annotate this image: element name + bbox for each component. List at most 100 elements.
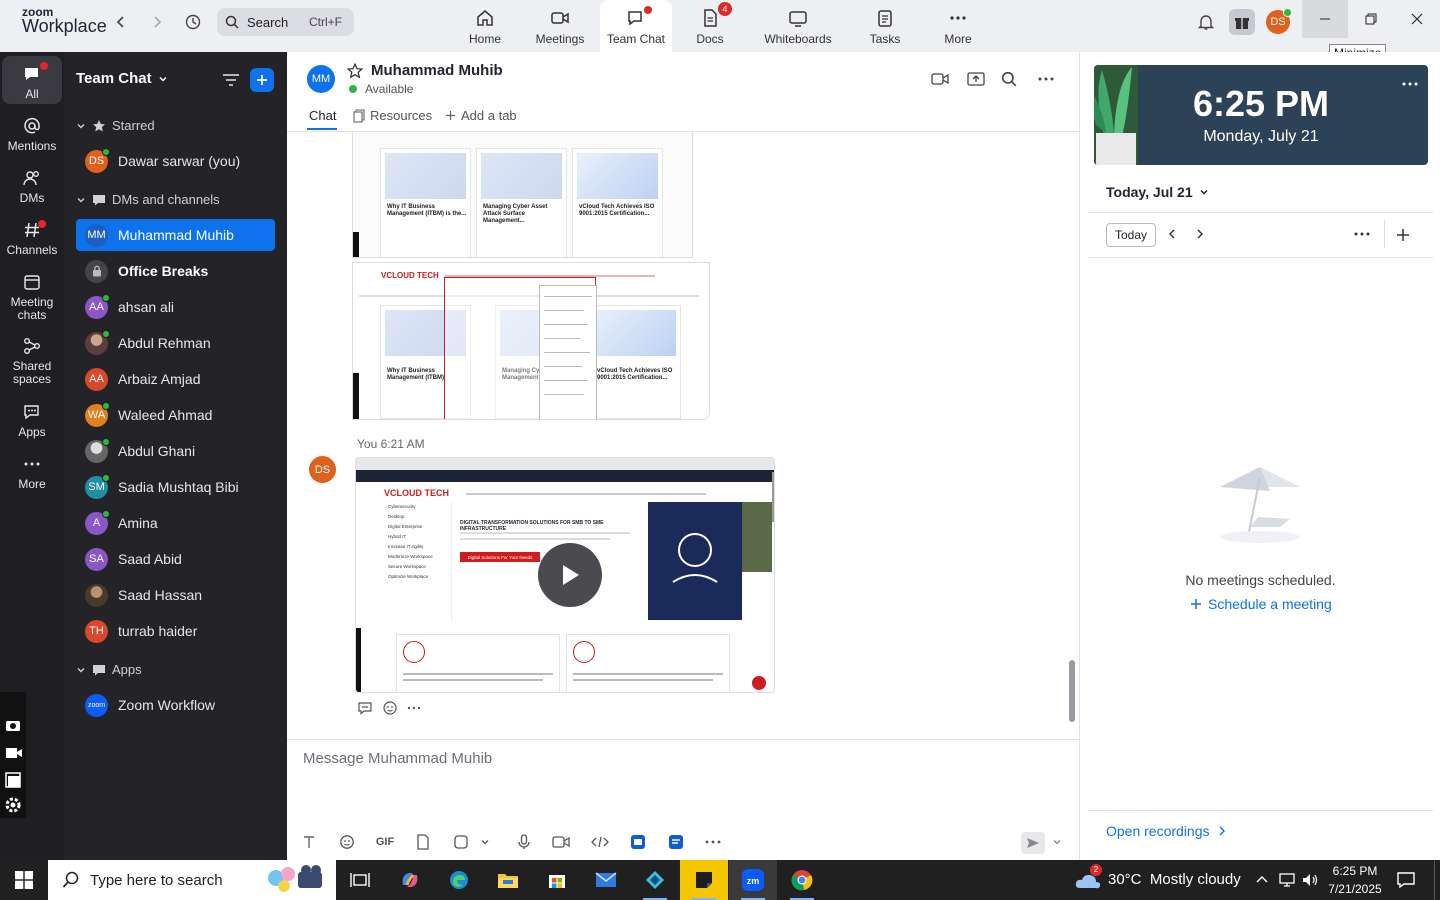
add-meeting-icon[interactable]	[1396, 228, 1410, 242]
rail-item-mentions[interactable]: Mentions	[2, 114, 62, 153]
day-selector[interactable]: Today, Jul 21	[1106, 184, 1209, 200]
open-recordings-link[interactable]: Open recordings	[1106, 823, 1226, 839]
tab-meetings[interactable]: Meetings	[524, 0, 596, 52]
video-attachment[interactable]: VCLOUD TECH Cybersecurity Desktop Digital …	[355, 457, 775, 693]
sidebar-item-turrab-haider[interactable]: TH turrab haider	[76, 615, 275, 647]
sidebar-item-zoom-workflow[interactable]: zoom Zoom Workflow	[76, 689, 275, 721]
notifications-bell-icon[interactable]	[1193, 9, 1219, 35]
chevron-down-icon[interactable]	[475, 832, 495, 852]
section-apps[interactable]: Apps	[76, 662, 142, 677]
sidebar-item-saad-hassan[interactable]: Saad Hassan	[76, 579, 275, 611]
tab-chat[interactable]: Chat	[309, 108, 336, 123]
taskbar-search-input[interactable]: Type here to search	[48, 860, 336, 900]
vscode-like-app-icon[interactable]	[631, 860, 679, 900]
gif-button[interactable]: GIF	[375, 832, 395, 852]
shared-image-2[interactable]: VCLOUD TECH Why IT Business Management (…	[352, 262, 710, 420]
star-outline-icon[interactable]	[347, 63, 363, 79]
message-input[interactable]: Message Muhammad Muhib	[303, 750, 492, 767]
clock-more-icon[interactable]	[1402, 81, 1418, 87]
sidebar-item-arbaiz-amjad[interactable]: AA Arbaiz Amjad	[76, 363, 275, 395]
rail-item-all[interactable]: All	[2, 56, 62, 104]
search-icon[interactable]	[1001, 71, 1017, 87]
sidebar-item-amina[interactable]: A Amina	[76, 507, 275, 539]
sidebar-item-abdul-ghani[interactable]: Abdul Ghani	[76, 435, 275, 467]
back-arrow-icon[interactable]	[108, 9, 134, 35]
volume-icon[interactable]	[1301, 872, 1319, 888]
contact-avatar[interactable]: MM	[307, 65, 335, 93]
tab-add-a-tab[interactable]: Add a tab	[445, 108, 517, 123]
send-button[interactable]	[1021, 832, 1045, 854]
share-screen-icon[interactable]	[967, 71, 985, 87]
windows-icon[interactable]	[5, 772, 21, 788]
mail-icon[interactable]	[582, 860, 630, 900]
video-record-icon[interactable]	[5, 746, 23, 760]
sidebar-item-sadia-mushtaq-bibi[interactable]: SM Sadia Mushtaq Bibi	[76, 471, 275, 503]
sticky-notes-icon[interactable]	[680, 860, 728, 900]
zoom-app-taskbar-icon[interactable]: zm	[729, 860, 777, 900]
section-dms-and-channels[interactable]: DMs and channels	[76, 192, 220, 207]
tray-chevron-up-icon[interactable]	[1255, 874, 1269, 884]
chrome-browser-icon[interactable]	[778, 860, 826, 900]
more-options-icon[interactable]	[703, 832, 723, 852]
weather-text[interactable]: 30°C Mostly cloudy	[1108, 871, 1241, 888]
forward-arrow-icon[interactable]	[144, 9, 170, 35]
emoji-icon[interactable]	[337, 832, 357, 852]
show-desktop-button[interactable]	[1434, 860, 1440, 900]
settings-gear-icon[interactable]	[4, 796, 22, 814]
section-starred[interactable]: Starred	[76, 118, 155, 133]
tab-docs[interactable]: 4 Docs	[674, 0, 746, 52]
add-reaction-icon[interactable]	[382, 700, 398, 716]
shared-image-1[interactable]: Why IT Business Management (ITBM) is the…	[352, 132, 693, 258]
sidebar-item-ahsan-ali[interactable]: AA ahsan ali	[76, 291, 275, 323]
rail-item-channels[interactable]: Channels	[2, 218, 62, 257]
microsoft-store-icon[interactable]	[533, 860, 581, 900]
rail-item-shared-spaces[interactable]: Shared spaces	[2, 334, 62, 386]
tab-team-chat[interactable]: Team Chat	[600, 0, 672, 52]
docs-app-icon[interactable]	[666, 832, 686, 852]
tab-tasks[interactable]: Tasks	[849, 0, 921, 52]
sidebar-title[interactable]: Team Chat	[76, 70, 168, 87]
rail-item-more[interactable]: More	[2, 452, 62, 491]
start-button[interactable]	[0, 860, 48, 900]
tab-whiteboards[interactable]: Whiteboards	[756, 0, 840, 52]
schedule-meeting-link[interactable]: Schedule a meeting	[1190, 596, 1332, 612]
reply-icon[interactable]	[357, 701, 373, 715]
sidebar-item-waleed-ahmad[interactable]: WA Waleed Ahmad	[76, 399, 275, 431]
screenshot-icon[interactable]	[451, 832, 471, 852]
history-icon[interactable]	[180, 9, 206, 35]
video-call-icon[interactable]	[931, 72, 949, 86]
task-view-icon[interactable]	[336, 860, 384, 900]
chevron-down-icon[interactable]	[1047, 832, 1067, 852]
rail-item-dms[interactable]: DMs	[2, 166, 62, 205]
weather-icon[interactable]: 2	[1074, 864, 1102, 892]
sidebar-item-saad-abid[interactable]: SA Saad Abid	[76, 543, 275, 575]
sidebar-item-muhammad-muhib[interactable]: MM Muhammad Muhib	[76, 219, 275, 251]
tab-more[interactable]: More	[922, 0, 994, 52]
tab-home[interactable]: Home	[449, 0, 521, 52]
minimize-button[interactable]	[1302, 0, 1348, 38]
file-attach-icon[interactable]	[413, 832, 433, 852]
whiteboard-app-icon[interactable]	[628, 832, 648, 852]
today-button[interactable]: Today	[1106, 223, 1156, 247]
calendar-more-icon[interactable]	[1354, 231, 1370, 237]
edge-browser-icon[interactable]	[435, 860, 483, 900]
taskbar-clock[interactable]: 6:25 PM 7/21/2025	[1322, 862, 1388, 898]
maximize-button[interactable]	[1348, 0, 1394, 38]
more-options-icon[interactable]	[1037, 72, 1055, 86]
text-format-icon[interactable]	[299, 832, 319, 852]
sidebar-item-dawar-sarwar[interactable]: DS Dawar sarwar (you)	[76, 145, 275, 177]
close-button[interactable]	[1394, 0, 1440, 38]
filter-icon[interactable]	[222, 72, 240, 88]
copilot-icon[interactable]	[386, 860, 434, 900]
more-actions-icon[interactable]	[407, 702, 421, 714]
chat-scrollbar[interactable]	[1069, 660, 1075, 722]
sender-avatar[interactable]: DS	[309, 456, 336, 483]
file-explorer-icon[interactable]	[484, 860, 532, 900]
sidebar-item-abdul-rehman[interactable]: Abdul Rehman	[76, 327, 275, 359]
video-message-icon[interactable]	[551, 832, 571, 852]
contact-name[interactable]: Muhammad Muhib	[371, 62, 503, 79]
tab-resources[interactable]: Resources	[353, 108, 432, 123]
gift-icon[interactable]	[1229, 9, 1255, 35]
network-icon[interactable]	[1278, 872, 1296, 888]
user-avatar[interactable]: DS	[1266, 8, 1292, 34]
